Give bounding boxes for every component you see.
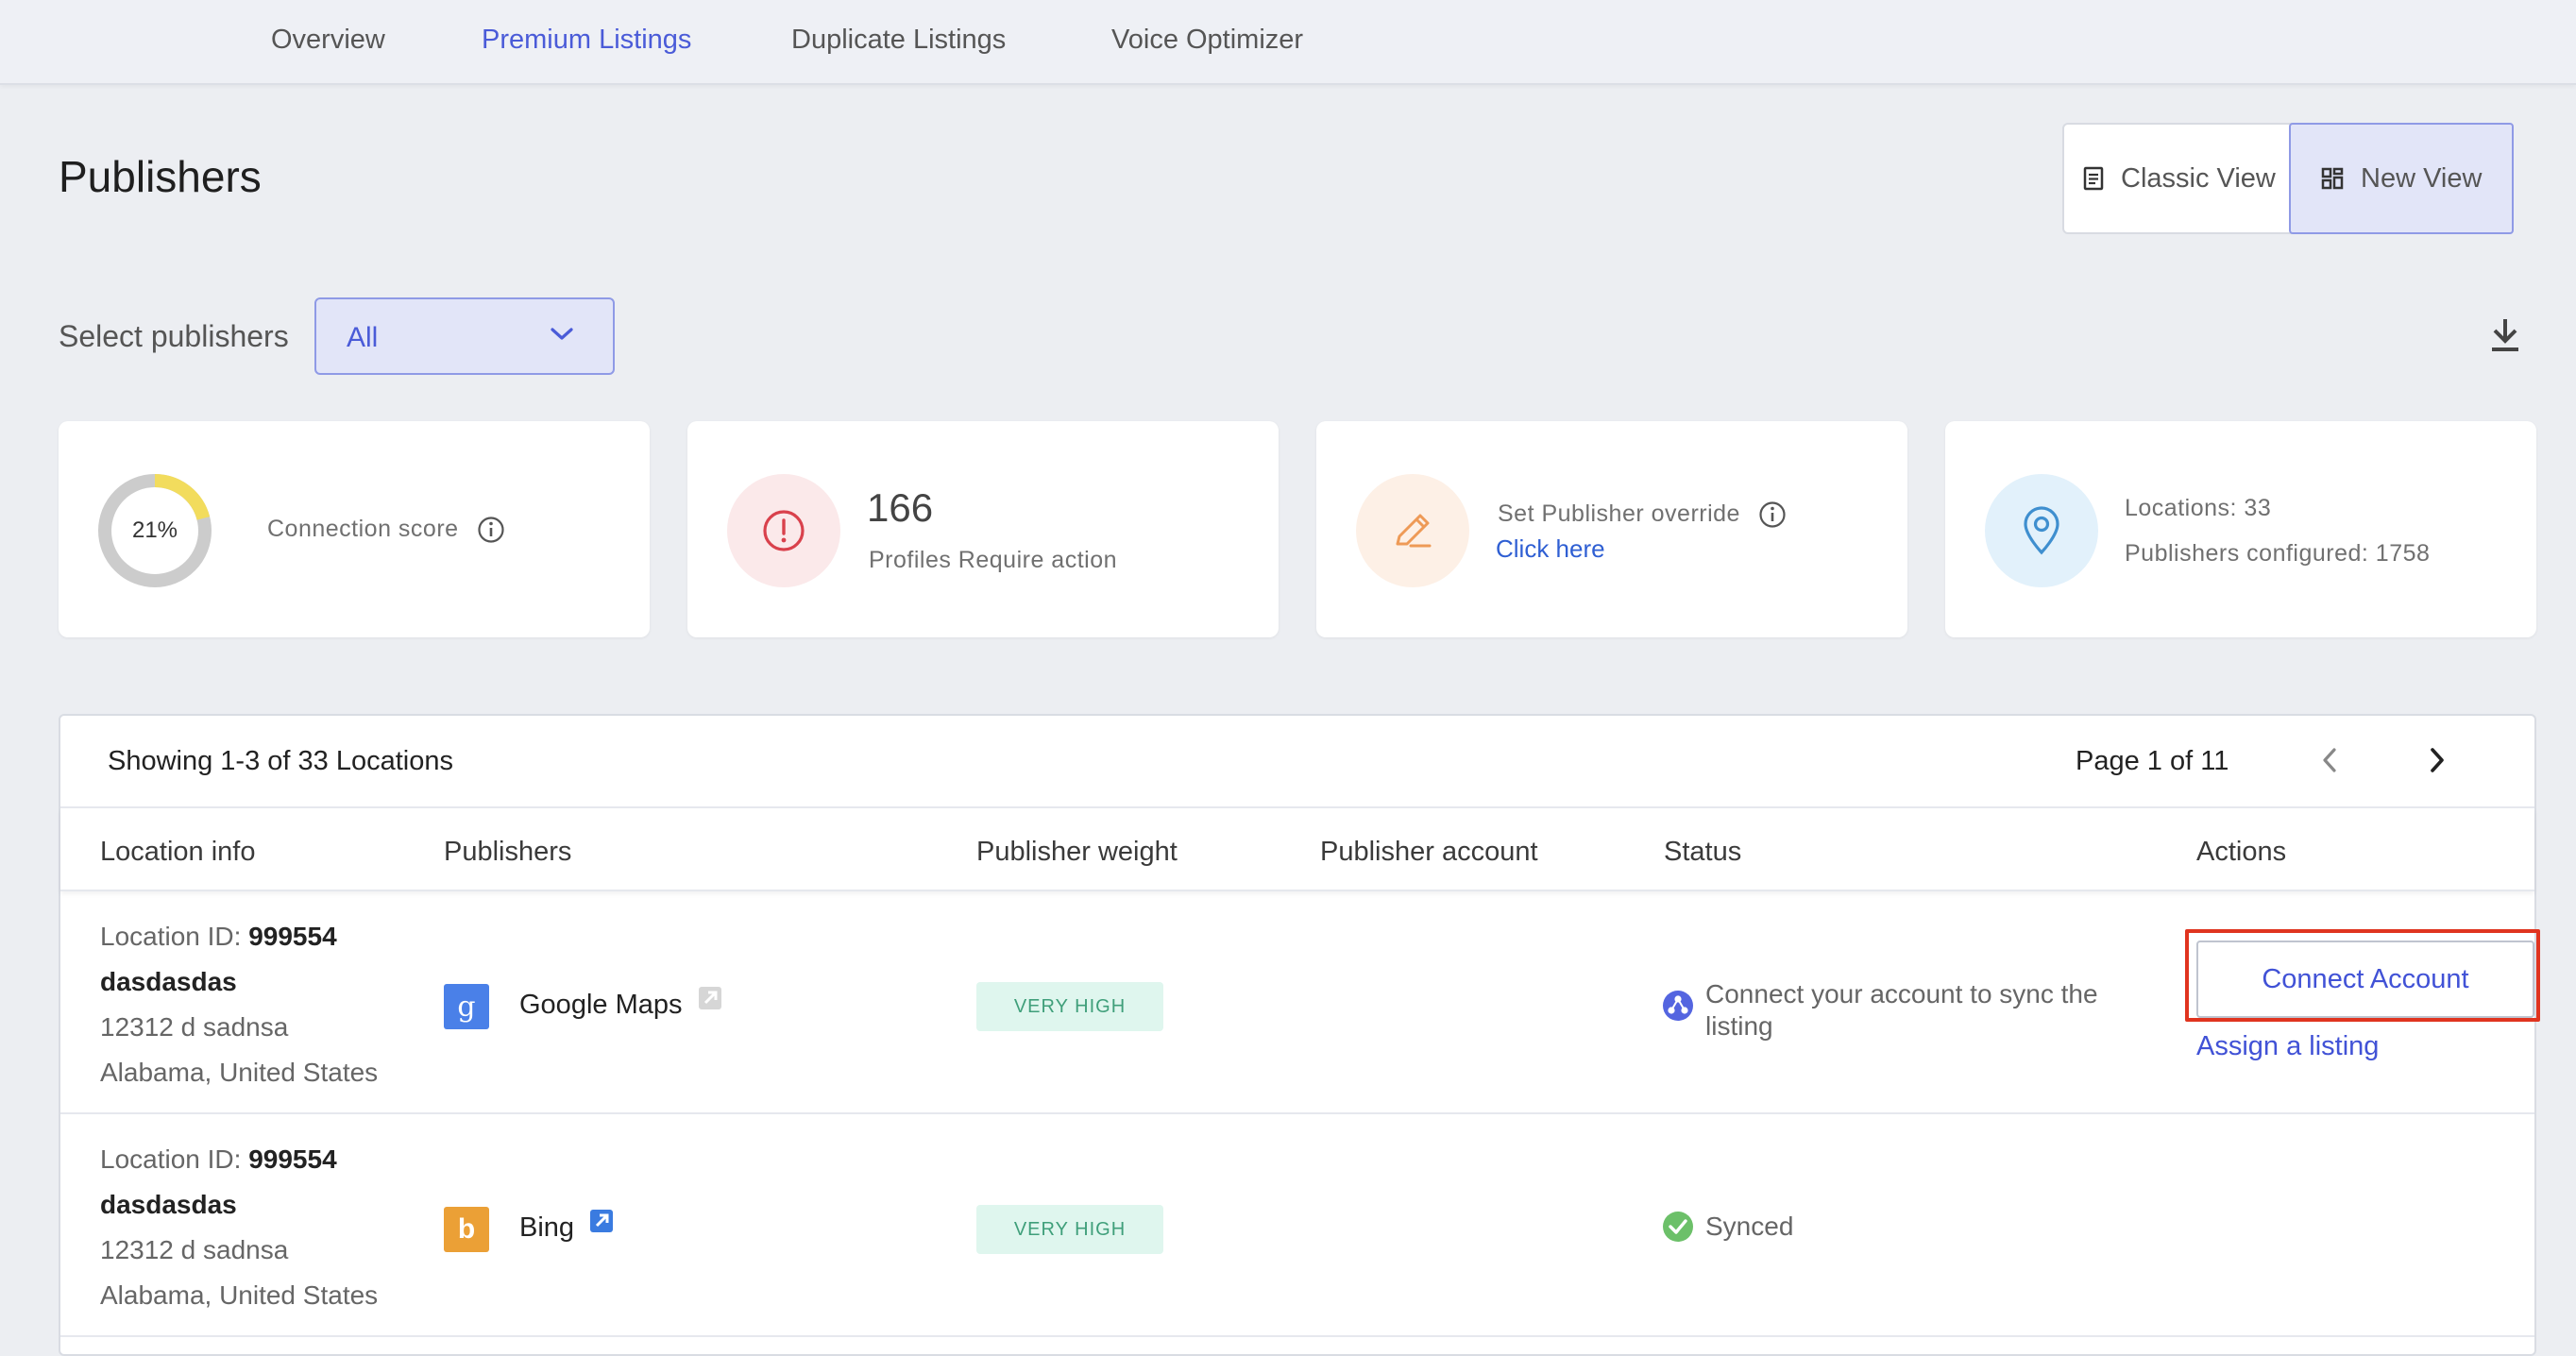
table-row: Location ID: 999554 dasdasdas 12312 d sa…: [60, 1114, 2534, 1337]
profiles-action-count: 166: [867, 485, 934, 530]
column-header-location-info: Location info: [100, 837, 256, 867]
profiles-action-label: Profiles Require action: [869, 547, 1118, 573]
alert-circle-icon: [727, 474, 840, 587]
new-view-label: New View: [2361, 162, 2483, 194]
publisher-name: Google Maps: [519, 987, 722, 1021]
publisher-override-card: Set Publisher override Click here: [1316, 421, 1907, 637]
info-icon[interactable]: [477, 516, 505, 544]
connection-score-label: Connection score: [267, 516, 505, 544]
connection-score-value: 21%: [131, 517, 178, 543]
tab-premium-listings[interactable]: Premium Listings: [482, 0, 691, 81]
location-name: dasdasdas: [100, 967, 237, 996]
external-link-icon[interactable]: [698, 986, 722, 1010]
info-icon[interactable]: [1758, 500, 1787, 529]
check-circle-icon: [1663, 1212, 1693, 1242]
connect-account-button[interactable]: Connect Account: [2196, 941, 2534, 1018]
publisher-override-label: Set Publisher override: [1498, 500, 1787, 529]
location-id: 999554: [248, 922, 337, 951]
location-pin-icon: [1985, 474, 2098, 587]
column-header-publishers: Publishers: [444, 837, 572, 867]
location-id-label: Location ID:: [100, 922, 249, 951]
publisher-override-text: Set Publisher override: [1498, 500, 1740, 527]
table-header: Location info Publishers Publisher weigh…: [60, 808, 2534, 891]
connection-score-card: 21% Connection score: [59, 421, 650, 637]
locations-card: Locations: 33 Publishers configured: 175…: [1945, 421, 2536, 637]
location-info: Location ID: 999554 dasdasdas 12312 d sa…: [100, 1137, 378, 1318]
tab-duplicate-listings[interactable]: Duplicate Listings: [791, 0, 1006, 81]
top-nav: Overview Premium Listings Duplicate List…: [0, 0, 2576, 85]
grid-layout-icon: [2321, 167, 2344, 190]
publisher-select-value: All: [347, 322, 379, 353]
table-row: Location ID: 999554 dasdasdas 12312 d sa…: [60, 891, 2540, 1114]
google-g-logo-icon: g: [444, 984, 489, 1029]
classic-view-label: Classic View: [2121, 162, 2276, 194]
chevron-right-icon[interactable]: [2425, 744, 2448, 776]
column-header-status: Status: [1664, 837, 1742, 867]
connection-score-text: Connection score: [267, 516, 459, 542]
profiles-action-card: 166 Profiles Require action: [687, 421, 1279, 637]
publishers-configured: Publishers configured: 1758: [2125, 540, 2431, 567]
select-publishers-label: Select publishers: [59, 319, 289, 353]
publisher-override-link[interactable]: Click here: [1496, 534, 1605, 564]
page-info: Page 1 of 11: [2076, 746, 2229, 776]
publisher-name-text: Google Maps: [519, 990, 683, 1020]
external-link-icon[interactable]: [589, 1209, 614, 1233]
pencil-icon: [1356, 474, 1469, 587]
publisher-select[interactable]: All: [314, 297, 615, 375]
view-toggle: Classic View New View: [2062, 123, 2514, 234]
location-id-label: Location ID:: [100, 1144, 249, 1174]
table-toolbar: Showing 1-3 of 33 Locations Page 1 of 11: [60, 716, 2534, 808]
connection-score-donut: 21%: [98, 474, 212, 587]
classic-view-button[interactable]: Classic View: [2064, 125, 2291, 232]
chevron-left-icon[interactable]: [2319, 744, 2342, 776]
location-info: Location ID: 999554 dasdasdas 12312 d sa…: [100, 914, 378, 1095]
column-header-publisher-account: Publisher account: [1320, 837, 1538, 867]
tab-voice-optimizer[interactable]: Voice Optimizer: [1111, 0, 1303, 81]
location-id: 999554: [248, 1144, 337, 1174]
status-text-line-1: Connect your account to sync the: [1705, 979, 2098, 1009]
publisher-weight-badge: VERY HIGH: [976, 982, 1163, 1031]
assign-listing-link[interactable]: Assign a listing: [2196, 1031, 2379, 1062]
publisher-name: Bing: [519, 1209, 614, 1244]
status-text: Synced: [1705, 1212, 1794, 1241]
publisher-name-text: Bing: [519, 1212, 575, 1243]
location-address: 12312 d sadnsa: [100, 1235, 289, 1264]
locations-count: Locations: 33: [2125, 495, 2272, 521]
download-icon[interactable]: [2489, 317, 2521, 353]
showing-count: Showing 1-3 of 33 Locations: [108, 746, 453, 776]
publisher-weight-badge: VERY HIGH: [976, 1205, 1163, 1254]
bing-logo-icon: b: [444, 1207, 489, 1252]
chevron-down-icon: [551, 328, 573, 340]
location-name: dasdasdas: [100, 1190, 237, 1219]
new-view-button[interactable]: New View: [2289, 123, 2514, 234]
location-address: 12312 d sadnsa: [100, 1012, 289, 1042]
page-title: Publishers: [59, 152, 262, 201]
locations-table: Showing 1-3 of 33 Locations Page 1 of 11…: [59, 714, 2540, 1356]
column-header-actions: Actions: [2196, 837, 2287, 867]
column-header-publisher-weight: Publisher weight: [976, 837, 1178, 867]
location-region: Alabama, United States: [100, 1280, 379, 1310]
connect-sync-icon: [1663, 991, 1693, 1021]
status-text-line-2: listing: [1705, 1011, 1773, 1041]
location-region: Alabama, United States: [100, 1058, 379, 1087]
document-list-icon: [2083, 166, 2104, 191]
tab-overview[interactable]: Overview: [271, 0, 385, 81]
status-text: Connect your account to sync the listing: [1705, 978, 2098, 1042]
